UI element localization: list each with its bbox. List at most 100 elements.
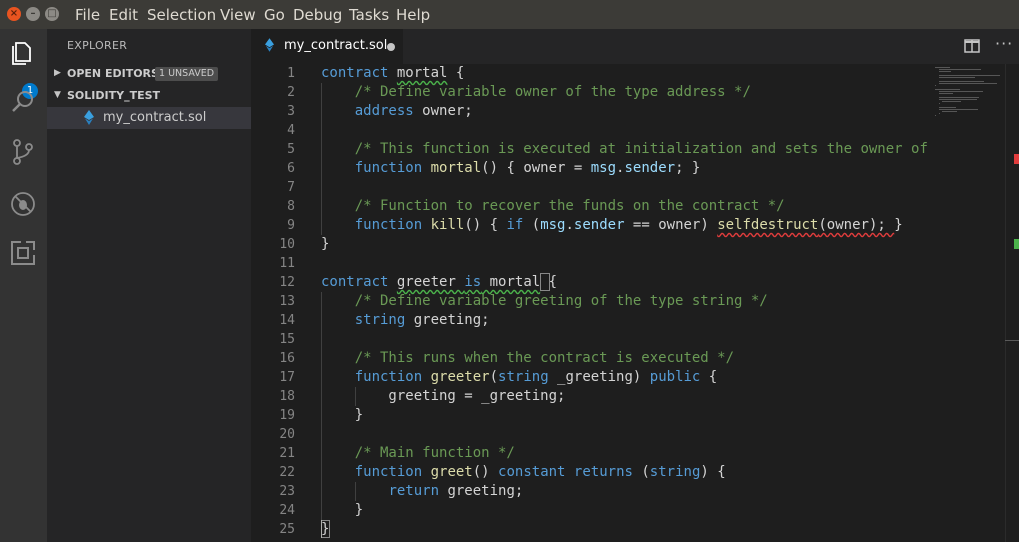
line-number: 14	[279, 313, 295, 328]
menu-help[interactable]: Help	[396, 6, 430, 24]
code-line[interactable]: }	[321, 501, 363, 520]
minimap-line	[938, 113, 940, 114]
code-line[interactable]: function greeter(string _greeting) publi…	[321, 368, 718, 387]
line-number: 6	[287, 161, 295, 176]
line-number: 7	[287, 180, 295, 195]
project-section[interactable]: ▼ SOLIDITY_TEST	[47, 85, 251, 107]
minimap-line	[935, 115, 936, 116]
project-label: SOLIDITY_TEST	[67, 89, 161, 102]
minimap-line	[938, 93, 953, 94]
code-line[interactable]: /* Define variable owner of the type add…	[321, 83, 751, 102]
menu-edit[interactable]: Edit	[109, 6, 138, 24]
file-item-my-contract[interactable]: my_contract.sol	[47, 107, 251, 129]
code-area[interactable]: contract mortal { /* Define variable own…	[321, 64, 941, 542]
open-editors-label: OPEN EDITORS	[67, 67, 159, 80]
menu-view[interactable]: View	[220, 6, 256, 24]
vertical-scrollbar[interactable]	[1005, 64, 1019, 542]
tab-my-contract[interactable]: my_contract.sol	[251, 29, 403, 64]
code-line[interactable]: /* This runs when the contract is execut…	[321, 349, 734, 368]
code-line[interactable]: }	[321, 235, 329, 254]
minimap-line	[938, 77, 976, 78]
chevron-down-icon: ▼	[54, 90, 61, 100]
line-number: 24	[279, 503, 295, 518]
source-control-icon[interactable]	[8, 137, 38, 167]
files-icon[interactable]	[8, 37, 38, 67]
line-number: 19	[279, 408, 295, 423]
code-line[interactable]: string greeting;	[321, 311, 490, 330]
code-line[interactable]: contract greeter is mortal {	[321, 273, 557, 292]
text-cursor	[321, 520, 322, 538]
line-number: 9	[287, 218, 295, 233]
minimap-line	[935, 67, 951, 68]
error-marker	[1014, 154, 1019, 164]
line-number: 17	[279, 370, 295, 385]
code-line[interactable]: /* This function is executed at initiali…	[321, 140, 928, 159]
line-number: 2	[287, 85, 295, 100]
tab-label: my_contract.sol	[284, 38, 388, 53]
code-line[interactable]: function kill() { if (msg.sender == owne…	[321, 216, 903, 235]
line-number: 13	[279, 294, 295, 309]
minimap[interactable]	[935, 64, 1005, 542]
activity-bar: 1	[0, 29, 47, 542]
debug-icon[interactable]	[8, 189, 38, 219]
sidebar-title: EXPLORER	[67, 39, 128, 52]
code-line[interactable]: function greet() constant returns (strin…	[321, 463, 726, 482]
line-number: 15	[279, 332, 295, 347]
code-line[interactable]: return greeting;	[321, 482, 523, 501]
unsaved-badge: 1 UNSAVED	[155, 67, 219, 81]
code-line[interactable]: contract mortal {	[321, 64, 464, 83]
minimap-line	[938, 91, 983, 92]
file-name: my_contract.sol	[103, 110, 207, 125]
solidity-file-icon	[84, 110, 94, 125]
minimap-line	[938, 103, 940, 104]
menu-debug[interactable]: Debug	[293, 6, 342, 24]
line-number: 5	[287, 142, 295, 157]
code-line[interactable]: address owner;	[321, 102, 473, 121]
window-maximize-button[interactable]: □	[45, 7, 59, 21]
line-number: 18	[279, 389, 295, 404]
solidity-file-icon	[265, 38, 274, 52]
line-number: 8	[287, 199, 295, 214]
minimap-line	[938, 71, 952, 72]
bracket-match-highlight	[540, 273, 550, 291]
split-editor-icon[interactable]	[964, 38, 980, 54]
line-number: 16	[279, 351, 295, 366]
line-number: 23	[279, 484, 295, 499]
code-line[interactable]: greeting = _greeting;	[321, 387, 565, 406]
search-icon[interactable]	[8, 87, 38, 117]
code-line[interactable]: }	[321, 406, 363, 425]
line-number: 12	[279, 275, 295, 290]
code-line[interactable]: function mortal() { owner = msg.sender; …	[321, 159, 701, 178]
bracket-match-highlight	[321, 520, 330, 538]
minimap-line	[935, 89, 961, 90]
unsaved-dot-icon[interactable]	[387, 43, 395, 51]
minimap-line	[938, 83, 998, 84]
window-close-button[interactable]: ×	[7, 7, 21, 21]
more-actions-icon[interactable]: ···	[995, 34, 1013, 53]
menu-selection[interactable]: Selection	[147, 6, 216, 24]
explorer-sidebar: EXPLORER ▶ OPEN EDITORS 1 UNSAVED ▼ SOLI…	[47, 29, 251, 542]
code-editor[interactable]: 1 2 3 4 5 6 7 8 9 10 11 12 13 14 15 16 17 18 19 20 21 22 23 24 2…	[251, 64, 1019, 542]
line-number: 21	[279, 446, 295, 461]
line-number: 3	[287, 104, 295, 119]
minimap-line	[938, 107, 956, 108]
chevron-right-icon: ▶	[54, 68, 61, 78]
code-line[interactable]: /* Define variable greeting of the type …	[321, 292, 768, 311]
menu-bar: × – □ File Edit Selection View Go Debug …	[0, 0, 1019, 29]
code-line[interactable]: /* Function to recover the funds on the …	[321, 197, 785, 216]
minimap-line	[942, 101, 962, 102]
line-number: 25	[279, 522, 295, 537]
menu-go[interactable]: Go	[264, 6, 285, 24]
window-minimize-button[interactable]: –	[26, 7, 40, 21]
line-number: 20	[279, 427, 295, 442]
menu-file[interactable]: File	[75, 6, 100, 24]
overview-ruler-line	[1005, 340, 1019, 341]
minimap-line	[938, 97, 980, 98]
warning-marker	[1014, 239, 1019, 249]
editor-tab-bar: my_contract.sol ···	[251, 29, 1019, 64]
minimap-line	[938, 69, 981, 70]
open-editors-section[interactable]: ▶ OPEN EDITORS 1 UNSAVED	[47, 63, 251, 85]
menu-tasks[interactable]: Tasks	[349, 6, 389, 24]
extensions-icon[interactable]	[8, 238, 38, 268]
code-line[interactable]: /* Main function */	[321, 444, 515, 463]
